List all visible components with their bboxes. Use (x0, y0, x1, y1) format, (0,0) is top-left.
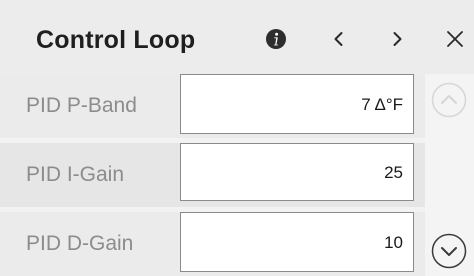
control-loop-panel: Control Loop PID P-Band 7 Δ°F PID I-Gain… (0, 0, 474, 276)
info-icon (266, 29, 286, 49)
close-icon (447, 31, 463, 47)
setting-row-pid-i-gain: PID I-Gain 25 (0, 143, 425, 207)
chevron-down-circle-icon (431, 233, 467, 269)
info-button[interactable] (259, 22, 293, 56)
pid-i-gain-field[interactable]: 25 (180, 143, 414, 201)
scroll-controls (425, 74, 474, 276)
panel-title: Control Loop (36, 26, 196, 54)
chevron-left-icon (334, 32, 343, 46)
scroll-up-button[interactable] (431, 82, 467, 118)
chevron-up-circle-icon (431, 82, 467, 118)
pid-i-gain-label: PID I-Gain (26, 163, 125, 186)
pid-d-gain-field[interactable]: 10 (180, 212, 414, 272)
close-button[interactable] (438, 22, 472, 56)
chevron-right-icon (393, 32, 402, 46)
pid-d-gain-label: PID D-Gain (26, 232, 134, 255)
scroll-down-button[interactable] (431, 233, 467, 269)
setting-row-pid-d-gain: PID D-Gain 10 (0, 212, 425, 276)
settings-list: PID P-Band 7 Δ°F PID I-Gain 25 PID D-Gai… (0, 74, 425, 276)
panel-header: Control Loop (0, 0, 474, 74)
pid-p-band-label: PID P-Band (26, 94, 137, 117)
pid-p-band-field[interactable]: 7 Δ°F (180, 74, 414, 134)
next-button[interactable] (380, 22, 414, 56)
previous-button[interactable] (322, 22, 356, 56)
setting-row-pid-p-band: PID P-Band 7 Δ°F (0, 74, 425, 138)
